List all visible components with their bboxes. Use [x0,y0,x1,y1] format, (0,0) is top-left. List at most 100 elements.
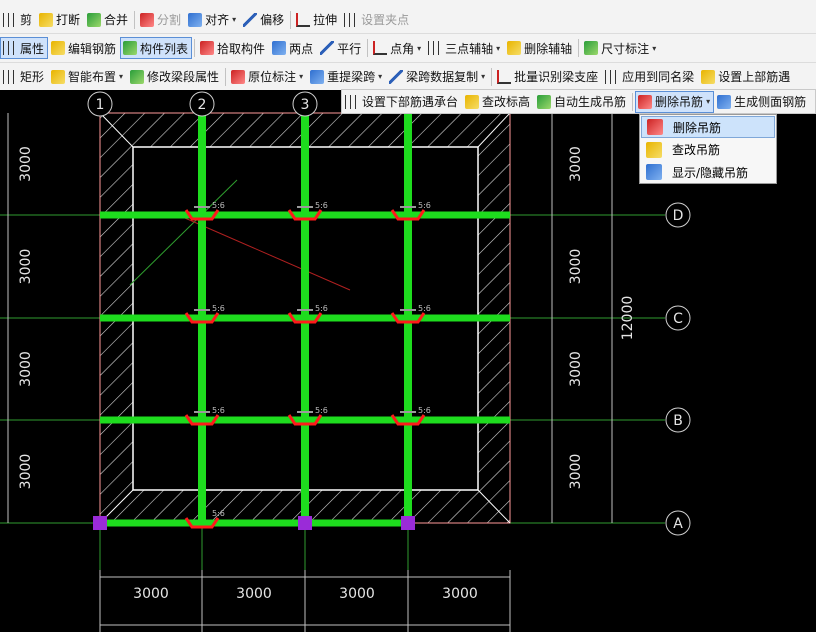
toolbar-button-label: 删除辅轴 [524,41,573,56]
tb2-item-4-button[interactable]: 两点 [269,37,317,59]
dropdown-menu-item-2[interactable]: 显示/隐藏吊筋 [641,161,775,183]
chevron-down-icon[interactable]: ▾ [299,72,303,81]
axis-letter: D [673,208,684,224]
toolbar-button-label: 三点辅轴 [445,41,494,56]
right-dimension-value: 3000 [568,454,584,490]
tb1-item-7-button[interactable]: 设置夹点 [341,9,413,31]
tb2-item-5-button[interactable]: 平行 [317,37,365,59]
tb1-item-1-button[interactable]: 打断 [36,9,84,31]
axis-number: 3 [301,97,310,113]
elevation-icon [465,94,480,109]
left-dimension-value: 3000 [18,351,34,387]
delete-hanger-icon [647,119,663,135]
hanger-toolbar: 设置下部筋遇承台 查改标高 自动生成吊筋 删除吊筋 ▾ 生成侧面钢筋 [341,89,816,114]
dropdown-menu-item-0[interactable]: 删除吊筋 [641,116,775,138]
chevron-down-icon[interactable]: ▾ [481,72,485,81]
support-marker[interactable] [298,516,312,530]
toolbar-button-label: 梁跨数据复制 [406,70,479,84]
top-rebar-icon [701,69,716,84]
tb3-item-3-button[interactable]: 原位标注 ▾ [228,66,307,88]
chevron-down-icon[interactable]: ▾ [496,44,500,53]
tb2-item-9-button[interactable]: 尺寸标注 ▾ [581,37,660,59]
left-dimension-value: 3000 [18,454,34,490]
total-dimension-value: 12000 [620,296,636,341]
in-situ-label-icon [231,69,246,84]
tb2-item-2-button[interactable]: 构件列表 [120,37,193,59]
chevron-down-icon[interactable]: ▾ [652,44,656,53]
toolbar-button-label: 原位标注 [248,70,297,84]
axis-number: 2 [198,97,207,113]
tb4-item-3-button[interactable]: 删除吊筋 ▾ [635,90,715,113]
toolbar-button-label: 分割 [157,13,182,27]
offset-icon [243,12,258,27]
tb2-item-1-button[interactable]: 编辑钢筋 [48,37,120,59]
axis-label-layer: 1 2 3 D C B A [87,91,691,536]
toolbar-button-label: 应用到同名梁 [622,70,695,84]
left-dimension-value: 3000 [18,146,34,182]
tb1-item-2-button[interactable]: 合并 [84,9,132,31]
toolbar-button-label: 自动生成吊筋 [554,95,627,109]
construction-line [129,179,238,286]
merge-icon [87,12,102,27]
pick-component-icon [200,41,215,55]
hanger-bar-label: 5:6 [418,304,431,313]
chevron-down-icon[interactable]: ▾ [119,72,123,81]
edit-toolbar: 剪打断 合并 分割 对齐 ▾ 偏移 拉伸 设置夹点 [0,0,816,34]
toolbar-button-label: 拾取构件 [217,41,266,56]
tb3-item-7-button[interactable]: 应用到同名梁 [602,66,698,88]
tb3-item-2-button[interactable]: 修改梁段属性 [127,66,223,88]
support-marker[interactable] [401,516,415,530]
bottom-rebar-icon [345,94,359,109]
toolbar-button-label: 合并 [104,13,129,27]
chevron-down-icon[interactable]: ▾ [232,15,236,24]
chevron-down-icon[interactable]: ▾ [706,97,710,106]
tb3-item-6-button[interactable]: 批量识别梁支座 [494,66,602,88]
tb2-item-3-button[interactable]: 拾取构件 [197,37,269,59]
delete-hanger-icon [638,94,653,109]
toolbar-separator [134,10,136,29]
right-dimension-value: 3000 [568,351,584,387]
hanger-bar-label: 5:6 [212,304,225,313]
tb3-item-5-button[interactable]: 梁跨数据复制 ▾ [386,66,489,88]
tb1-item-3-button[interactable]: 分割 [137,9,185,31]
hanger-bar-label: 5:6 [315,304,328,313]
tb4-item-0-button[interactable]: 设置下部筋遇承台 [342,91,462,113]
tb3-item-1-button[interactable]: 智能布置 ▾ [48,66,127,88]
hanger-bar-label: 5:6 [315,406,328,415]
tb2-item-8-button[interactable]: 删除辅轴 [504,37,576,59]
tb3-item-4-button[interactable]: 重提梁跨 ▾ [307,66,386,88]
support-marker[interactable] [93,516,107,530]
toolbar-button-label: 两点 [289,41,314,56]
tb3-item-8-button[interactable]: 设置上部筋遇 [698,66,794,88]
tb4-item-2-button[interactable]: 自动生成吊筋 [534,91,630,113]
tb2-item-7-button[interactable]: 三点辅轴 ▾ [425,37,504,59]
parallel-axis-icon [320,41,335,55]
tb2-item-0-button[interactable]: 属性 [0,37,49,59]
dropdown-menu-item-label: 删除吊筋 [673,120,722,135]
toolbar-button-label: 平行 [337,41,362,56]
axis-letter: A [673,516,683,532]
dropdown-menu-item-1[interactable]: 查改吊筋 [641,139,775,161]
tb1-item-4-button[interactable]: 对齐 ▾ [185,9,240,31]
bottom-dimension-value: 3000 [442,586,478,602]
toolbar-button-label: 尺寸标注 [601,41,650,56]
side-rebar-icon [717,94,732,109]
common-toolbar: 属性 编辑钢筋 构件列表 拾取构件 两点 平行 点角 ▾ 三点辅轴 ▾ 删除辅轴 尺寸标注 ▾ [0,34,816,63]
toolbar-button-label: 属性 [20,41,45,56]
tb2-item-6-button[interactable]: 点角 ▾ [370,37,425,59]
tb4-item-1-button[interactable]: 查改标高 [462,91,534,113]
tb1-item-0-button[interactable]: 剪 [0,9,36,31]
properties-icon [3,41,17,55]
tb1-item-5-button[interactable]: 偏移 [240,9,288,31]
toolbar-separator [290,10,292,29]
chevron-down-icon[interactable]: ▾ [417,44,421,53]
toolbar-separator [491,67,493,86]
dropdown-menu-item-label: 查改吊筋 [672,143,721,157]
chevron-down-icon[interactable]: ▾ [378,72,382,81]
tb1-item-6-button[interactable]: 拉伸 [293,9,341,31]
three-point-axis-icon [428,41,443,55]
toolbar-button-label: 构件列表 [140,41,189,56]
toolbar-button-label: 修改梁段属性 [147,70,220,84]
tb4-item-4-button[interactable]: 生成侧面钢筋 [714,91,810,113]
tb3-item-0-button[interactable]: 矩形 [0,66,48,88]
